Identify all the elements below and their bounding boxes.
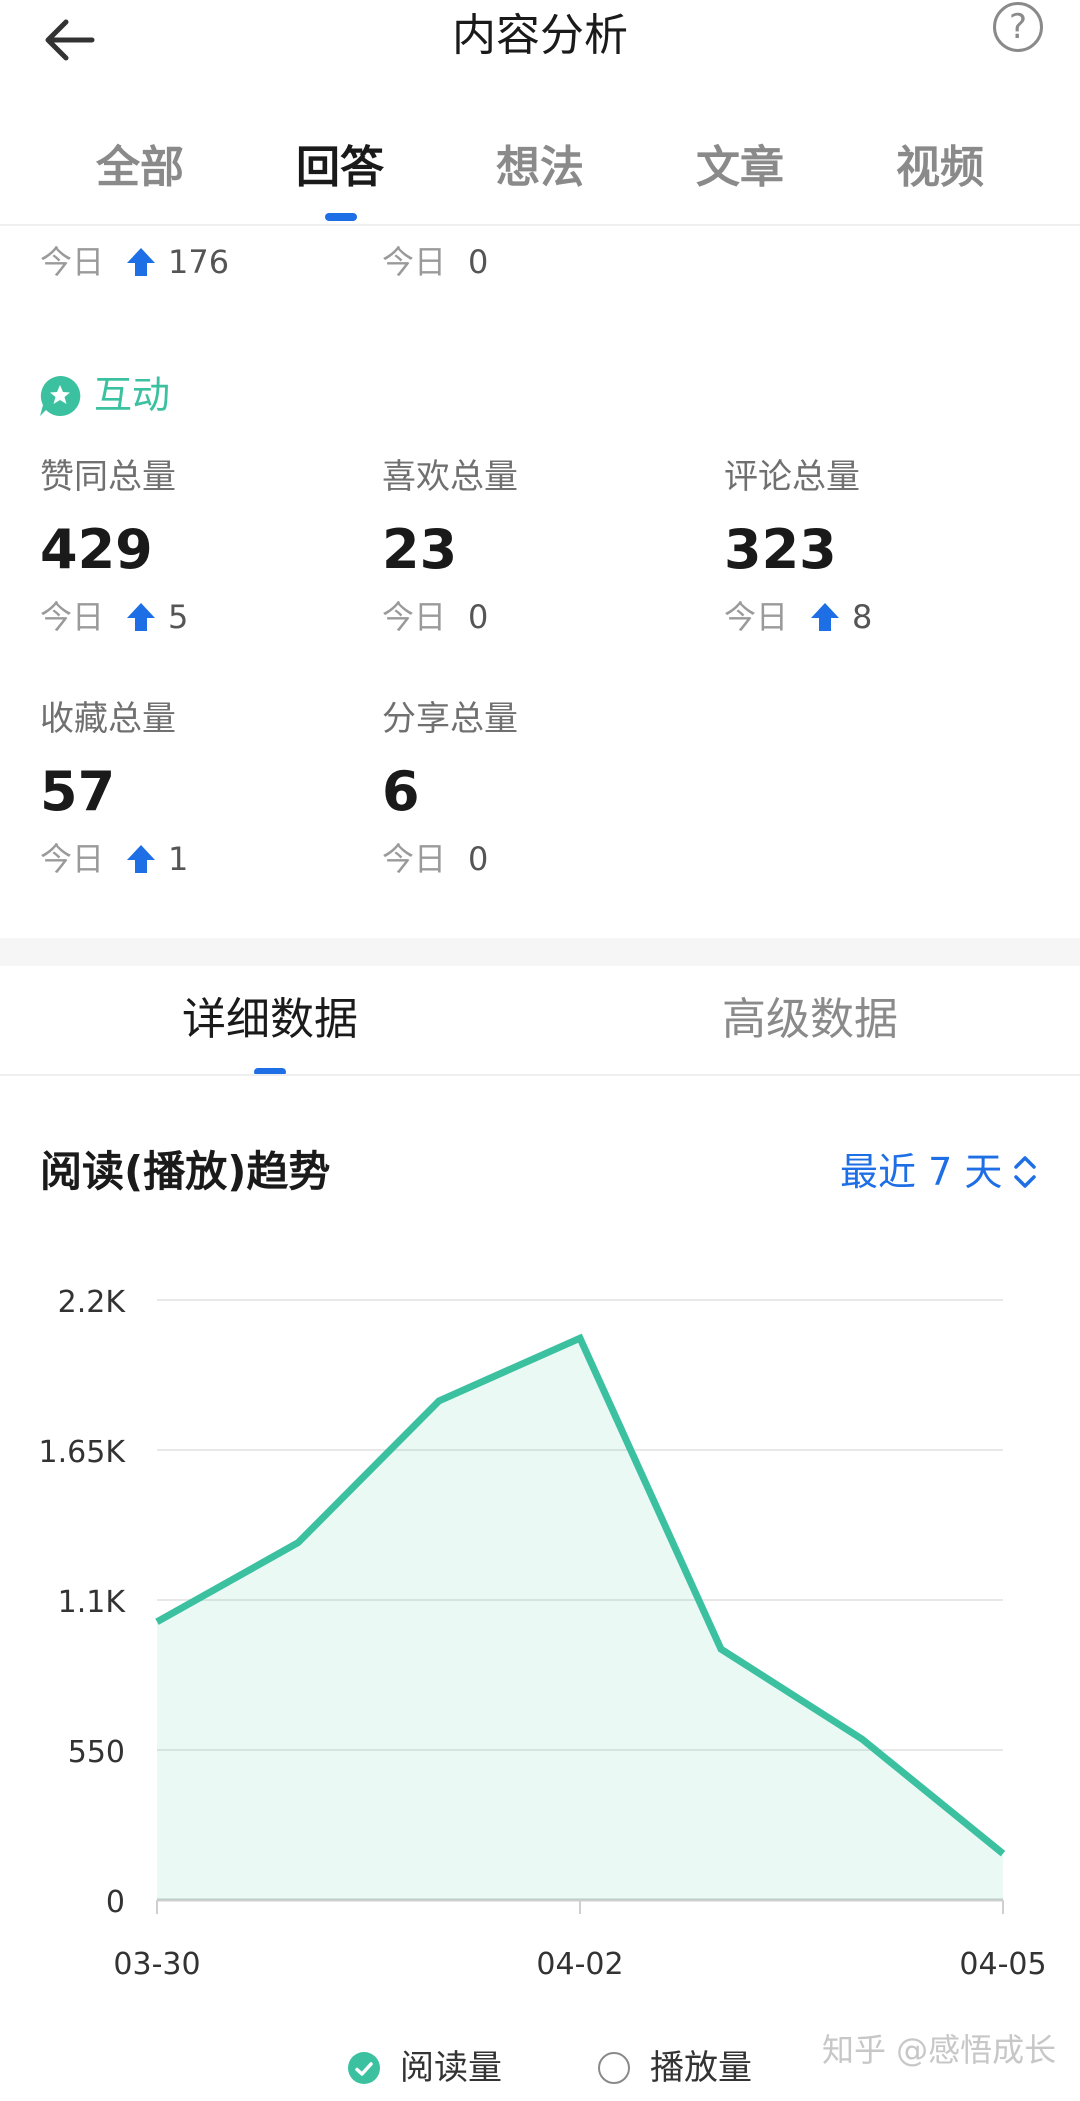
stat-value-collections: 57: [40, 760, 116, 823]
tab-videos[interactable]: 视频: [840, 140, 1040, 196]
today-label: 今日: [40, 243, 105, 281]
stat-value-comments: 323: [724, 518, 837, 581]
section-separator: [0, 938, 1080, 966]
x-tick-label: 04-02: [536, 1947, 623, 1982]
range-label: 最近 7 天: [840, 1150, 1003, 1194]
section-title-interaction: 互动: [94, 373, 171, 417]
legend-item-plays[interactable]: 播放量: [598, 2046, 752, 2090]
today-value: 176: [168, 243, 230, 281]
y-tick-label: 1.1K: [58, 1585, 127, 1620]
today-change: 今日 0: [382, 597, 488, 637]
help-button[interactable]: ?: [993, 2, 1043, 52]
today-value: 0: [468, 598, 489, 636]
today-change: 今日 0: [382, 839, 488, 879]
stat-value-shares: 6: [382, 760, 420, 823]
stat-value-favorites: 23: [382, 518, 458, 581]
tab-divider: [0, 1074, 1080, 1076]
arrow-up-icon: [127, 248, 156, 276]
tab-all[interactable]: 全部: [40, 140, 240, 196]
tab-divider: [0, 224, 1080, 226]
arrow-up-icon: [811, 603, 840, 631]
stat-label-shares: 分享总量: [382, 699, 518, 739]
y-tick-label: 0: [106, 1885, 125, 1920]
tab-thoughts[interactable]: 想法: [440, 140, 640, 196]
tab-active-indicator: [325, 213, 357, 221]
tab-advanced-data[interactable]: 高级数据: [610, 992, 1010, 1048]
today-value: 5: [168, 598, 189, 636]
stat-label-collections: 收藏总量: [40, 699, 176, 739]
today-change: 今日 8: [724, 597, 872, 637]
range-select[interactable]: 最近 7 天: [840, 1146, 1038, 1198]
today-label: 今日: [382, 243, 447, 281]
today-label: 今日: [382, 840, 447, 878]
empty-circle-icon: [598, 2052, 630, 2084]
watermark: 知乎 @感悟成长: [822, 2031, 1057, 2069]
arrow-up-icon: [127, 603, 156, 631]
today-change: 今日 1: [40, 839, 188, 879]
chevron-up-down-icon: [1014, 1156, 1037, 1188]
tab-detail-data[interactable]: 详细数据: [70, 992, 470, 1048]
today-change: 今日 0: [382, 242, 488, 282]
star-bubble-icon: [40, 375, 81, 416]
x-tick-label: 04-05: [959, 1947, 1046, 1982]
stat-value-likes: 429: [40, 518, 153, 581]
y-tick-label: 1.65K: [39, 1435, 127, 1470]
arrow-up-icon: [127, 845, 156, 873]
series-area: [157, 1338, 1003, 1900]
stat-label-favorites: 喜欢总量: [382, 457, 518, 497]
question-circle-icon: ?: [1008, 7, 1028, 47]
header-bar: 内容分析 ?: [0, 0, 1080, 80]
legend-label: 阅读量: [400, 2048, 502, 2088]
today-label: 今日: [40, 598, 105, 636]
today-value: 0: [468, 243, 489, 281]
chart-title: 阅读(播放)趋势: [40, 1147, 331, 1196]
x-tick-label: 03-30: [113, 1947, 200, 1982]
today-value: 0: [468, 840, 489, 878]
tab-answers[interactable]: 回答: [240, 140, 440, 196]
tab-articles[interactable]: 文章: [640, 140, 840, 196]
today-value: 1: [168, 840, 189, 878]
trend-chart: 0 550 1.1K 1.65K 2.2K 03-30 04-02 04-05: [39, 1285, 1047, 1982]
page-title: 内容分析: [452, 10, 628, 61]
stat-label-comments: 评论总量: [724, 457, 860, 497]
today-value: 8: [852, 598, 873, 636]
check-circle-icon: [348, 2052, 380, 2084]
today-label: 今日: [724, 598, 789, 636]
today-change: 今日 176: [40, 242, 229, 282]
stat-label-likes: 赞同总量: [40, 457, 176, 497]
today-label: 今日: [40, 840, 105, 878]
y-tick-label: 2.2K: [58, 1285, 127, 1320]
y-tick-label: 550: [68, 1735, 125, 1770]
today-change: 今日 5: [40, 597, 188, 637]
legend-label: 播放量: [650, 2048, 752, 2088]
legend-item-reads[interactable]: 阅读量: [348, 2046, 502, 2090]
today-label: 今日: [382, 598, 447, 636]
